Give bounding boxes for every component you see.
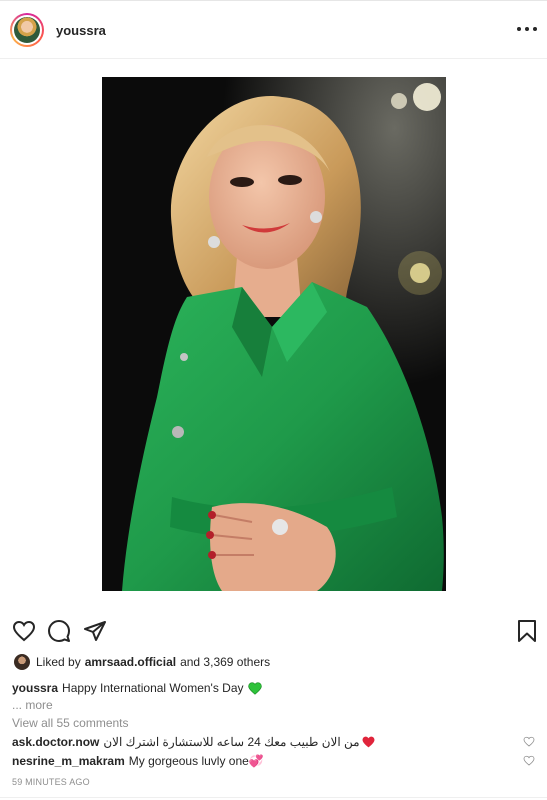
caption-more-link[interactable]: ... more — [12, 698, 53, 712]
bookmark-icon[interactable] — [515, 619, 541, 645]
comment-icon[interactable] — [47, 619, 73, 645]
post-card: youssra Liked by amrsaad.official and 3,… — [0, 0, 547, 800]
action-bar — [0, 619, 547, 645]
heart-outline-icon[interactable] — [12, 619, 38, 645]
comment-like-icon[interactable] — [523, 736, 535, 747]
comment-username[interactable]: nesrine_m_makram — [12, 754, 125, 768]
divider — [0, 797, 547, 798]
post-username[interactable]: youssra — [56, 23, 106, 38]
post-photo[interactable] — [102, 77, 446, 591]
comment-row: ask.doctor.now من الان طبيب معك 24 ساعه … — [12, 734, 547, 750]
photo-illustration — [102, 77, 446, 591]
paper-plane-icon[interactable] — [83, 619, 109, 645]
post-header: youssra — [0, 1, 547, 59]
caption-text: Happy International Women's Day — [62, 681, 244, 695]
liker-avatar[interactable] — [14, 654, 30, 670]
comment-text: My gorgeous luvly one💞 — [128, 754, 264, 768]
comment-text: من الان طبيب معك 24 ساعه للاستشارة اشترك… — [103, 735, 360, 749]
likes-summary: Liked by amrsaad.official and 3,369 othe… — [14, 653, 270, 671]
red-heart-icon — [362, 736, 375, 748]
profile-avatar[interactable] — [10, 13, 44, 47]
post-caption: youssra Happy International Women's Day — [12, 681, 262, 695]
likes-count[interactable]: and 3,369 others — [180, 655, 270, 669]
view-all-comments-link[interactable]: View all 55 comments — [12, 716, 129, 730]
likes-prefix: Liked by — [36, 655, 81, 669]
post-timestamp: 59 MINUTES AGO — [12, 777, 90, 787]
avatar-image — [14, 17, 40, 43]
ellipsis-icon[interactable] — [517, 21, 537, 37]
comment-username[interactable]: ask.doctor.now — [12, 735, 99, 749]
caption-username[interactable]: youssra — [12, 681, 58, 695]
comment-like-icon[interactable] — [523, 755, 535, 766]
green-heart-icon — [247, 681, 262, 695]
liker-username[interactable]: amrsaad.official — [85, 655, 176, 669]
comment-row: nesrine_m_makram My gorgeous luvly one💞 — [12, 753, 547, 769]
